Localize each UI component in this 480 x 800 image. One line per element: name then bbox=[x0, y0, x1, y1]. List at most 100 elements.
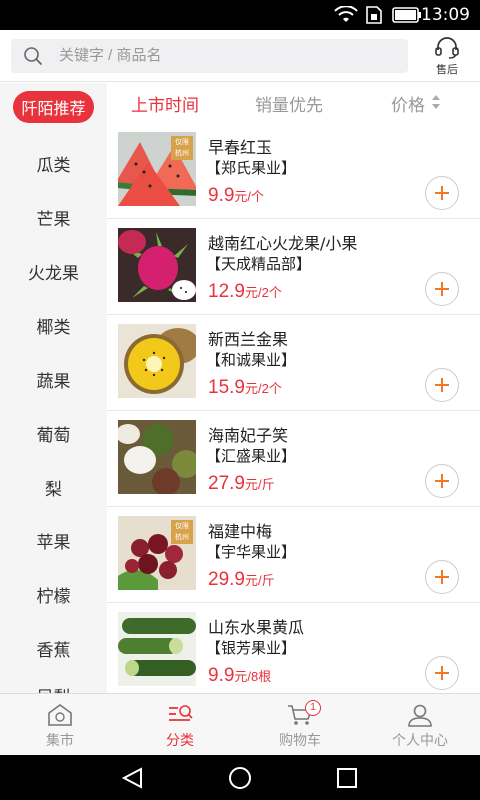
battery-icon bbox=[392, 7, 421, 23]
sort-tab-price[interactable]: 价格 bbox=[391, 91, 425, 116]
product-price: 27.9元/斤 bbox=[208, 473, 275, 495]
category-item-vegetables[interactable]: 蔬果 bbox=[0, 367, 107, 392]
category-item-pineapple[interactable]: 凤梨 bbox=[0, 683, 107, 693]
sort-tab-newest[interactable]: 上市时间 bbox=[131, 91, 199, 116]
tab-label: 个人中心 bbox=[392, 733, 448, 749]
product-name: 早春红玉 bbox=[208, 138, 273, 157]
tab-category[interactable]: 分类 bbox=[120, 694, 240, 756]
product-shop: 【宇华果业】 bbox=[206, 543, 297, 561]
price-value: 15.9 bbox=[208, 377, 245, 398]
price-value: 12.9 bbox=[208, 281, 245, 302]
product-image-cucumber bbox=[118, 612, 196, 686]
after-sales-button[interactable]: 售后 bbox=[430, 36, 464, 78]
category-label: 椰类 bbox=[36, 318, 71, 338]
sort-arrows-icon bbox=[432, 95, 440, 109]
sim-icon bbox=[366, 6, 382, 24]
category-item-grapes[interactable]: 葡萄 bbox=[0, 421, 107, 446]
category-item-dragonfruit[interactable]: 火龙果 bbox=[0, 259, 107, 284]
bottom-tab-bar: 集市 分类 1 购物车 个人中心 bbox=[0, 693, 480, 755]
tab-label: 分类 bbox=[166, 733, 194, 749]
region-tag: 仅限 杭州 bbox=[171, 136, 193, 160]
add-to-cart-button[interactable] bbox=[425, 464, 459, 498]
price-value: 9.9 bbox=[208, 185, 235, 206]
product-price: 9.9元/个 bbox=[208, 185, 264, 207]
product-image-bayberry: 仅限 杭州 bbox=[118, 516, 196, 590]
system-nav-bar bbox=[0, 755, 480, 800]
region-tag: 仅限 杭州 bbox=[171, 520, 193, 544]
recent-apps-icon[interactable] bbox=[335, 766, 359, 790]
category-sidebar[interactable]: 阡陌推荐 瓜类 芒果 火龙果 椰类 蔬果 葡萄 梨 苹果 柠檬 香蕉 凤梨 bbox=[0, 83, 107, 693]
category-item-coconut[interactable]: 椰类 bbox=[0, 313, 107, 338]
product-name: 福建中梅 bbox=[208, 522, 273, 541]
product-item[interactable]: 海南妃子笑 【汇盛果业】 27.9元/斤 bbox=[107, 411, 480, 507]
product-image-kiwi bbox=[118, 324, 196, 398]
category-item-pear[interactable]: 梨 bbox=[0, 475, 107, 500]
after-sales-label: 售后 bbox=[436, 63, 458, 76]
product-shop: 【郑氏果业】 bbox=[206, 159, 297, 177]
product-name: 越南红心火龙果/小果 bbox=[208, 234, 358, 253]
product-name: 新西兰金果 bbox=[208, 330, 289, 349]
category-item-mango[interactable]: 芒果 bbox=[0, 205, 107, 230]
search-icon bbox=[24, 47, 43, 66]
tab-cart[interactable]: 1 购物车 bbox=[240, 694, 360, 756]
person-icon bbox=[408, 704, 432, 727]
product-name: 海南妃子笑 bbox=[208, 426, 289, 445]
price-value: 9.9 bbox=[208, 665, 235, 686]
headset-icon bbox=[435, 37, 459, 59]
add-to-cart-button[interactable] bbox=[425, 272, 459, 306]
status-time: 13:09 bbox=[421, 5, 470, 25]
product-item[interactable]: 越南红心火龙果/小果 【天成精品部】 12.9元/2个 bbox=[107, 219, 480, 315]
category-label: 火龙果 bbox=[28, 264, 79, 284]
status-bar: 13:09 bbox=[0, 0, 480, 30]
category-label: 葡萄 bbox=[36, 426, 71, 446]
category-label: 香蕉 bbox=[36, 641, 71, 661]
search-placeholder: 关键字 / 商品名 bbox=[59, 47, 162, 64]
sort-tab-sales[interactable]: 销量优先 bbox=[255, 91, 323, 116]
sort-bar: 上市时间 销量优先 价格 bbox=[107, 83, 480, 123]
product-list[interactable]: 仅限 杭州 早春红玉 【郑氏果业】 9.9元/个 越南红心火龙果/小果 【天成精… bbox=[107, 123, 480, 693]
product-price: 12.9元/2个 bbox=[208, 281, 282, 303]
header: 关键字 / 商品名 售后 bbox=[0, 30, 480, 82]
add-to-cart-button[interactable] bbox=[425, 560, 459, 594]
product-item[interactable]: 新西兰金果 【和诚果业】 15.9元/2个 bbox=[107, 315, 480, 411]
product-item[interactable]: 仅限 杭州 早春红玉 【郑氏果业】 9.9元/个 bbox=[107, 123, 480, 219]
price-value: 29.9 bbox=[208, 569, 245, 590]
category-label: 柠檬 bbox=[36, 587, 71, 607]
category-label: 瓜类 bbox=[36, 156, 71, 176]
tab-market[interactable]: 集市 bbox=[0, 694, 120, 756]
price-unit: 元/2个 bbox=[244, 285, 282, 300]
product-shop: 【天成精品部】 bbox=[206, 255, 312, 273]
category-label: 苹果 bbox=[36, 533, 71, 553]
price-unit: 元/2个 bbox=[244, 381, 282, 396]
category-item-recommended[interactable]: 阡陌推荐 bbox=[0, 91, 107, 123]
product-item[interactable]: 山东水果黄瓜 【银芳果业】 9.9元/8根 bbox=[107, 603, 480, 693]
product-price: 29.9元/斤 bbox=[208, 569, 275, 591]
category-item-lemon[interactable]: 柠檬 bbox=[0, 582, 107, 607]
category-item-melons[interactable]: 瓜类 bbox=[0, 151, 107, 176]
add-to-cart-button[interactable] bbox=[425, 656, 459, 690]
search-input[interactable]: 关键字 / 商品名 bbox=[11, 39, 408, 73]
product-image-lychee bbox=[118, 420, 196, 494]
cart-badge: 1 bbox=[305, 700, 321, 716]
product-item[interactable]: 仅限 杭州 福建中梅 【宇华果业】 29.9元/斤 bbox=[107, 507, 480, 603]
add-to-cart-button[interactable] bbox=[425, 368, 459, 402]
back-icon[interactable] bbox=[121, 766, 145, 790]
category-label: 蔬果 bbox=[36, 372, 71, 392]
category-item-apple[interactable]: 苹果 bbox=[0, 528, 107, 553]
price-value: 27.9 bbox=[208, 473, 245, 494]
product-shop: 【银芳果业】 bbox=[206, 639, 297, 657]
category-label: 梨 bbox=[45, 480, 62, 500]
price-unit: 元/斤 bbox=[244, 573, 275, 588]
product-price: 9.9元/8根 bbox=[208, 665, 271, 687]
home-icon[interactable] bbox=[228, 766, 252, 790]
tab-profile[interactable]: 个人中心 bbox=[360, 694, 480, 756]
product-price: 15.9元/2个 bbox=[208, 377, 282, 399]
product-image-dragonfruit bbox=[118, 228, 196, 302]
category-icon bbox=[169, 705, 193, 721]
price-unit: 元/个 bbox=[234, 189, 265, 204]
product-shop: 【和诚果业】 bbox=[206, 351, 297, 369]
product-shop: 【汇盛果业】 bbox=[206, 447, 297, 465]
add-to-cart-button[interactable] bbox=[425, 176, 459, 210]
price-unit: 元/斤 bbox=[244, 477, 275, 492]
category-item-banana[interactable]: 香蕉 bbox=[0, 636, 107, 661]
